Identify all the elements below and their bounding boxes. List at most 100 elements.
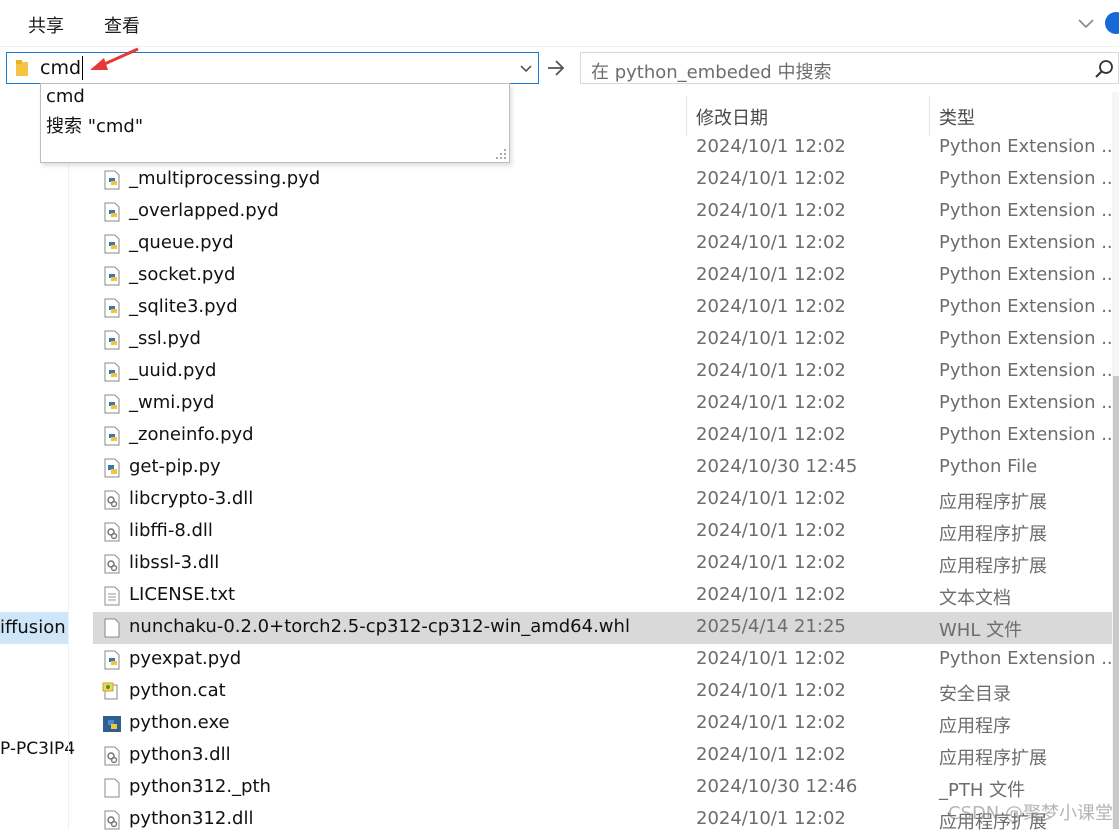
file-row[interactable]: libcrypto-3.dll2024/10/1 12:02应用程序扩展 <box>93 484 1112 516</box>
file-type: Python Extension ... <box>939 392 1118 413</box>
python-icon <box>101 265 123 287</box>
file-type: 应用程序扩展 <box>939 520 1047 546</box>
file-name: _multiprocessing.pyd <box>129 168 320 189</box>
file-date: 2024/10/1 12:02 <box>696 584 846 605</box>
file-row[interactable]: _socket.pyd2024/10/1 12:02Python Extensi… <box>93 260 1112 292</box>
python-icon <box>101 393 123 415</box>
file-name: get-pip.py <box>129 456 221 477</box>
file-type: 文本文档 <box>939 584 1011 610</box>
file-date: 2024/10/1 12:02 <box>696 328 846 349</box>
file-date: 2024/10/1 12:02 <box>696 168 846 189</box>
column-header-date[interactable]: 修改日期 <box>696 104 768 130</box>
file-row[interactable]: _ssl.pyd2024/10/1 12:02Python Extension … <box>93 324 1112 356</box>
python-file-icon <box>101 457 123 479</box>
column-separator[interactable] <box>929 96 930 136</box>
file-date: 2024/10/1 12:02 <box>696 360 846 381</box>
ribbon: 共享 查看 <box>0 0 1119 47</box>
address-suggestions: cmd 搜索 "cmd" <box>40 83 510 163</box>
file-row[interactable]: _sqlite3.pyd2024/10/1 12:02Python Extens… <box>93 292 1112 324</box>
python-icon <box>101 169 123 191</box>
file-name: _overlapped.pyd <box>129 200 279 221</box>
file-name: libssl-3.dll <box>129 552 219 573</box>
file-row[interactable]: _overlapped.pyd2024/10/1 12:02Python Ext… <box>93 196 1112 228</box>
python-icon <box>101 329 123 351</box>
file-row[interactable]: get-pip.py2024/10/30 12:45Python File <box>93 452 1112 484</box>
folder-icon <box>16 60 30 76</box>
nav-item[interactable]: P-PC3IP4 <box>0 739 75 759</box>
dll-icon <box>101 489 123 511</box>
file-type: Python Extension ... <box>939 648 1118 669</box>
file-row[interactable]: _queue.pyd2024/10/1 12:02Python Extensio… <box>93 228 1112 260</box>
file-type: Python Extension ... <box>939 296 1118 317</box>
file-row[interactable]: _uuid.pyd2024/10/1 12:02Python Extension… <box>93 356 1112 388</box>
file-row[interactable]: libffi-8.dll2024/10/1 12:02应用程序扩展 <box>93 516 1112 548</box>
nav-item[interactable]: iffusion <box>0 617 66 638</box>
file-row[interactable]: python3.dll2024/10/1 12:02应用程序扩展 <box>93 740 1112 772</box>
file-name: libffi-8.dll <box>129 520 213 541</box>
file-name: _queue.pyd <box>129 232 234 253</box>
expand-ribbon-chevron-icon[interactable] <box>1077 14 1095 32</box>
file-date: 2024/10/1 12:02 <box>696 424 846 445</box>
pane-divider <box>68 92 69 829</box>
tab-share[interactable]: 共享 <box>22 12 70 38</box>
file-type: Python Extension ... <box>939 232 1118 253</box>
file-name: _sqlite3.pyd <box>129 296 238 317</box>
go-arrow-icon[interactable] <box>543 54 569 82</box>
file-type: Python File <box>939 456 1037 477</box>
chevron-down-icon[interactable] <box>518 59 534 77</box>
file-date: 2024/10/1 12:02 <box>696 744 846 765</box>
suggestion-item[interactable]: cmd <box>46 86 85 107</box>
annotation-arrow-icon <box>88 46 142 76</box>
python-icon <box>101 649 123 671</box>
file-date: 2024/10/1 12:02 <box>696 264 846 285</box>
suggestion-item[interactable]: 搜索 "cmd" <box>46 112 143 138</box>
file-date: 2024/10/1 12:02 <box>696 680 846 701</box>
file-name: python.cat <box>129 680 226 701</box>
catalog-icon <box>101 681 123 703</box>
file-name: _uuid.pyd <box>129 360 216 381</box>
file-row[interactable]: _zoneinfo.pyd2024/10/1 12:02Python Exten… <box>93 420 1112 452</box>
help-icon[interactable] <box>1105 12 1119 34</box>
file-type: Python Extension ... <box>939 328 1118 349</box>
column-separator[interactable] <box>686 96 687 136</box>
file-date: 2025/4/14 21:25 <box>696 616 846 637</box>
file-name: python312.dll <box>129 808 253 829</box>
file-date: 2024/10/30 12:46 <box>696 776 857 797</box>
file-name: _ssl.pyd <box>129 328 201 349</box>
file-type: Python Extension ... <box>939 136 1118 157</box>
dll-icon <box>101 521 123 543</box>
file-name: python312._pth <box>129 776 271 797</box>
file-row[interactable]: _multiprocessing.pyd2024/10/1 12:02Pytho… <box>93 164 1112 196</box>
address-input[interactable]: cmd <box>40 56 83 80</box>
file-row[interactable]: LICENSE.txt2024/10/1 12:02文本文档 <box>93 580 1112 612</box>
file-date: 2024/10/1 12:02 <box>696 552 846 573</box>
resize-grip-icon[interactable] <box>496 149 506 159</box>
file-name: _socket.pyd <box>129 264 235 285</box>
file-name: _zoneinfo.pyd <box>129 424 254 445</box>
file-name: python3.dll <box>129 744 231 765</box>
file-row[interactable]: libssl-3.dll2024/10/1 12:02应用程序扩展 <box>93 548 1112 580</box>
file-row[interactable]: pyexpat.pyd2024/10/1 12:02Python Extensi… <box>93 644 1112 676</box>
file-name: pyexpat.pyd <box>129 648 241 669</box>
blank-file-icon <box>101 617 123 639</box>
python-exe-icon <box>101 713 123 735</box>
file-name: python.exe <box>129 712 230 733</box>
search-box[interactable]: 在 python_embeded 中搜索 <box>580 52 1119 84</box>
file-row[interactable]: nunchaku-0.2.0+torch2.5-cp312-cp312-win_… <box>93 612 1112 644</box>
text-file-icon <box>101 585 123 607</box>
address-bar[interactable]: cmd <box>6 52 539 84</box>
file-name: libcrypto-3.dll <box>129 488 253 509</box>
search-icon[interactable] <box>1094 59 1114 79</box>
tab-view[interactable]: 查看 <box>98 12 146 38</box>
column-header-type[interactable]: 类型 <box>939 104 975 130</box>
file-type: 应用程序 <box>939 712 1011 738</box>
file-row[interactable]: python.cat2024/10/1 12:02安全目录 <box>93 676 1112 708</box>
file-row[interactable]: python.exe2024/10/1 12:02应用程序 <box>93 708 1112 740</box>
search-placeholder[interactable]: 在 python_embeded 中搜索 <box>591 58 831 84</box>
scrollbar-thumb[interactable] <box>1113 376 1119 829</box>
python-icon <box>101 361 123 383</box>
file-row[interactable]: _wmi.pyd2024/10/1 12:02Python Extension … <box>93 388 1112 420</box>
python-icon <box>101 297 123 319</box>
dll-icon <box>101 553 123 575</box>
file-type: Python Extension ... <box>939 424 1118 445</box>
